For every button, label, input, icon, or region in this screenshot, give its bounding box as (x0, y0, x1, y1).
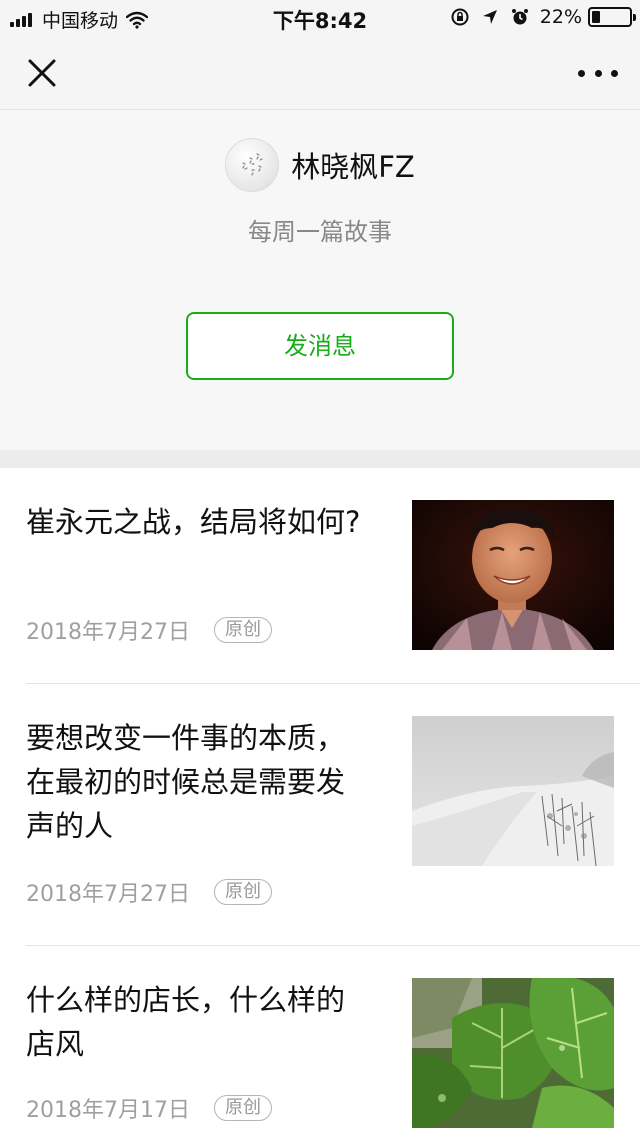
battery-percent: 22% (539, 6, 582, 28)
close-button[interactable] (22, 53, 62, 93)
location-icon (482, 10, 497, 24)
article-meta: 2018年7月27日 原创 (26, 876, 272, 908)
portrait-photo (412, 500, 614, 650)
battery-level (592, 11, 600, 23)
close-icon (28, 59, 56, 87)
original-badge: 原创 (213, 879, 272, 905)
green-leaves-photo (412, 978, 614, 1128)
status-bar: 中国移动 下午8:42 22% (0, 0, 640, 36)
battery-icon (588, 7, 636, 27)
alarm-icon (511, 9, 528, 25)
orientation-lock-icon (451, 8, 469, 26)
account-profile: 林晓枫FZ 每周一篇故事 发消息 (0, 110, 640, 450)
article-thumbnail (412, 500, 614, 650)
battery-tip (633, 14, 636, 21)
article-meta: 2018年7月17日 原创 (26, 1092, 272, 1124)
section-divider (0, 450, 640, 468)
article-date: 2018年7月27日 (26, 620, 190, 645)
nav-bar (0, 36, 640, 110)
article-meta: 2018年7月27日 原创 (26, 614, 272, 646)
article-item[interactable]: 什么样的店长，什么样的店风 2018年7月17日 原创 (0, 946, 640, 1138)
account-description: 每周一篇故事 (248, 218, 392, 246)
article-title: 什么样的店长，什么样的店风 (26, 983, 346, 1061)
snow-landscape-photo (412, 716, 614, 866)
profile-header: 林晓枫FZ (0, 138, 640, 192)
original-badge: 原创 (213, 617, 272, 643)
account-name: 林晓枫FZ (291, 150, 415, 184)
article-list: 崔永元之战，结局将如何? 2018年7月27日 原创 要想改变一件事的本质，在最… (0, 468, 640, 1138)
more-button[interactable] (578, 58, 618, 88)
article-date: 2018年7月17日 (26, 1098, 190, 1123)
article-title: 崔永元之战，结局将如何? (26, 505, 361, 539)
article-thumbnail (412, 716, 614, 866)
original-badge: 原创 (213, 1095, 272, 1121)
calligraphy-logo-icon (242, 153, 263, 176)
article-title: 要想改变一件事的本质，在最初的时候总是需要发声的人 (26, 721, 346, 843)
article-item[interactable]: 要想改变一件事的本质，在最初的时候总是需要发声的人 2018年7月27日 原创 (0, 684, 640, 946)
status-right: 22% (440, 6, 636, 28)
article-item[interactable]: 崔永元之战，结局将如何? 2018年7月27日 原创 (0, 468, 640, 684)
more-icon-dot (594, 69, 602, 77)
send-message-button[interactable]: 发消息 (186, 312, 454, 380)
article-thumbnail (412, 978, 614, 1128)
more-icon-dot (578, 69, 585, 77)
avatar[interactable] (225, 138, 280, 192)
article-date: 2018年7月27日 (26, 882, 190, 907)
more-icon-dot (611, 69, 618, 77)
